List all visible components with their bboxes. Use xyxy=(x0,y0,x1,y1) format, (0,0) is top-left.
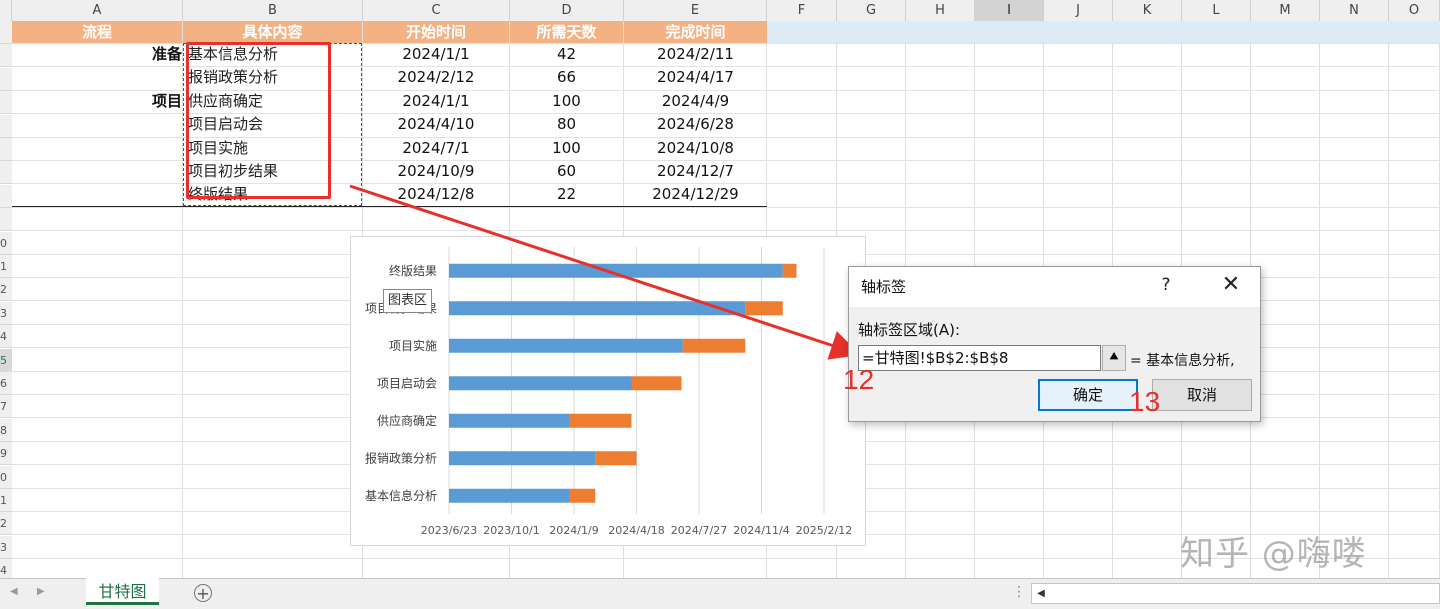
more-options-icon[interactable]: ⋮ xyxy=(1012,584,1026,600)
axis-label-range-input[interactable]: =甘特图!$B$2:$B$8 xyxy=(858,345,1101,371)
range-preview: = 基本信息分析, xyxy=(1130,353,1235,369)
horizontal-scrollbar[interactable] xyxy=(1031,583,1440,604)
axis-label-range-label: 轴标签区域(A): xyxy=(858,321,961,339)
sheet-tab-gantt[interactable]: 甘特图 xyxy=(86,578,159,605)
prev-sheet-icon[interactable]: ◀ xyxy=(10,586,18,597)
dialog-title: 轴标签 xyxy=(861,278,907,296)
next-sheet-icon[interactable]: ▶ xyxy=(37,586,45,597)
annotation-step-12: 12 xyxy=(843,364,875,395)
collapse-dialog-icon[interactable]: ⯅ xyxy=(1102,345,1126,371)
annotation-step-13: 13 xyxy=(1129,386,1161,417)
scroll-left-icon[interactable]: ◀ xyxy=(1031,583,1051,604)
ok-button[interactable]: 确定 xyxy=(1038,379,1138,411)
cancel-button[interactable]: 取消 xyxy=(1152,379,1252,411)
close-icon[interactable]: ✕ xyxy=(1219,272,1243,297)
help-icon[interactable]: ? xyxy=(1156,275,1176,295)
dialog-titlebar xyxy=(849,267,1260,307)
watermark: 知乎 @嗨喽 xyxy=(1180,534,1367,574)
add-sheet-icon[interactable]: + xyxy=(194,584,212,602)
axis-labels-dialog: 轴标签 ? ✕ 轴标签区域(A): =甘特图!$B$2:$B$8 ⯅ = 基本信… xyxy=(848,266,1261,422)
arrow-to-input xyxy=(349,184,861,360)
